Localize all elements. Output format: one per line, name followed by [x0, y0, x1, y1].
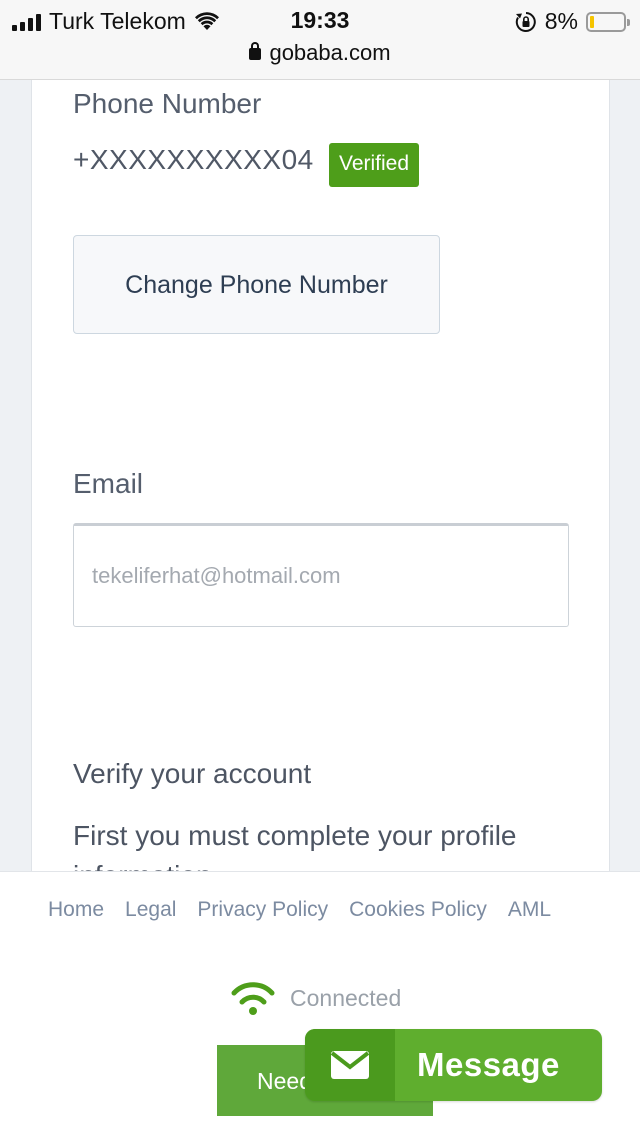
battery-info: 8%: [515, 8, 630, 35]
url-text: gobaba.com: [269, 40, 391, 65]
message-icon-box: [305, 1029, 395, 1101]
verify-account-title: Verify your account: [73, 758, 312, 789]
verify-account-text: First you must complete your profile inf…: [73, 820, 517, 872]
phone-number-label: Phone Number: [73, 88, 262, 119]
footer-link-aml[interactable]: AML: [508, 898, 551, 922]
footer-link-cookies-policy[interactable]: Cookies Policy: [349, 898, 487, 922]
footer-link-legal[interactable]: Legal: [125, 898, 176, 922]
footer-links: Home Legal Privacy Policy Cookies Policy…: [48, 898, 551, 922]
email-field[interactable]: [73, 523, 569, 627]
profile-card: Phone Number +XXXXXXXXXX04 Verified Chan…: [31, 80, 610, 872]
envelope-icon: [330, 1051, 370, 1079]
connection-status: Connected: [230, 980, 401, 1016]
status-bar: Turk Telekom 19:33 8% gobaba.com: [0, 0, 640, 80]
change-phone-number-button[interactable]: Change Phone Number: [73, 235, 440, 334]
battery-percent: 8%: [544, 8, 578, 34]
footer-link-home[interactable]: Home: [48, 898, 104, 922]
message-button[interactable]: Message: [305, 1029, 602, 1101]
footer-link-privacy-policy[interactable]: Privacy Policy: [197, 898, 328, 922]
message-button-label: Message: [417, 1046, 560, 1083]
rotation-lock-icon: [515, 11, 536, 32]
phone-number-value: +XXXXXXXXXX04: [73, 144, 314, 175]
email-label: Email: [73, 468, 144, 499]
address-bar[interactable]: gobaba.com: [0, 40, 640, 66]
connected-wifi-icon: [231, 982, 275, 1015]
connection-status-text: Connected: [290, 984, 402, 1011]
battery-icon: [586, 11, 630, 32]
lock-icon: [249, 42, 262, 60]
footer: Home Legal Privacy Policy Cookies Policy…: [0, 871, 640, 1136]
verified-badge: Verified: [329, 143, 420, 187]
